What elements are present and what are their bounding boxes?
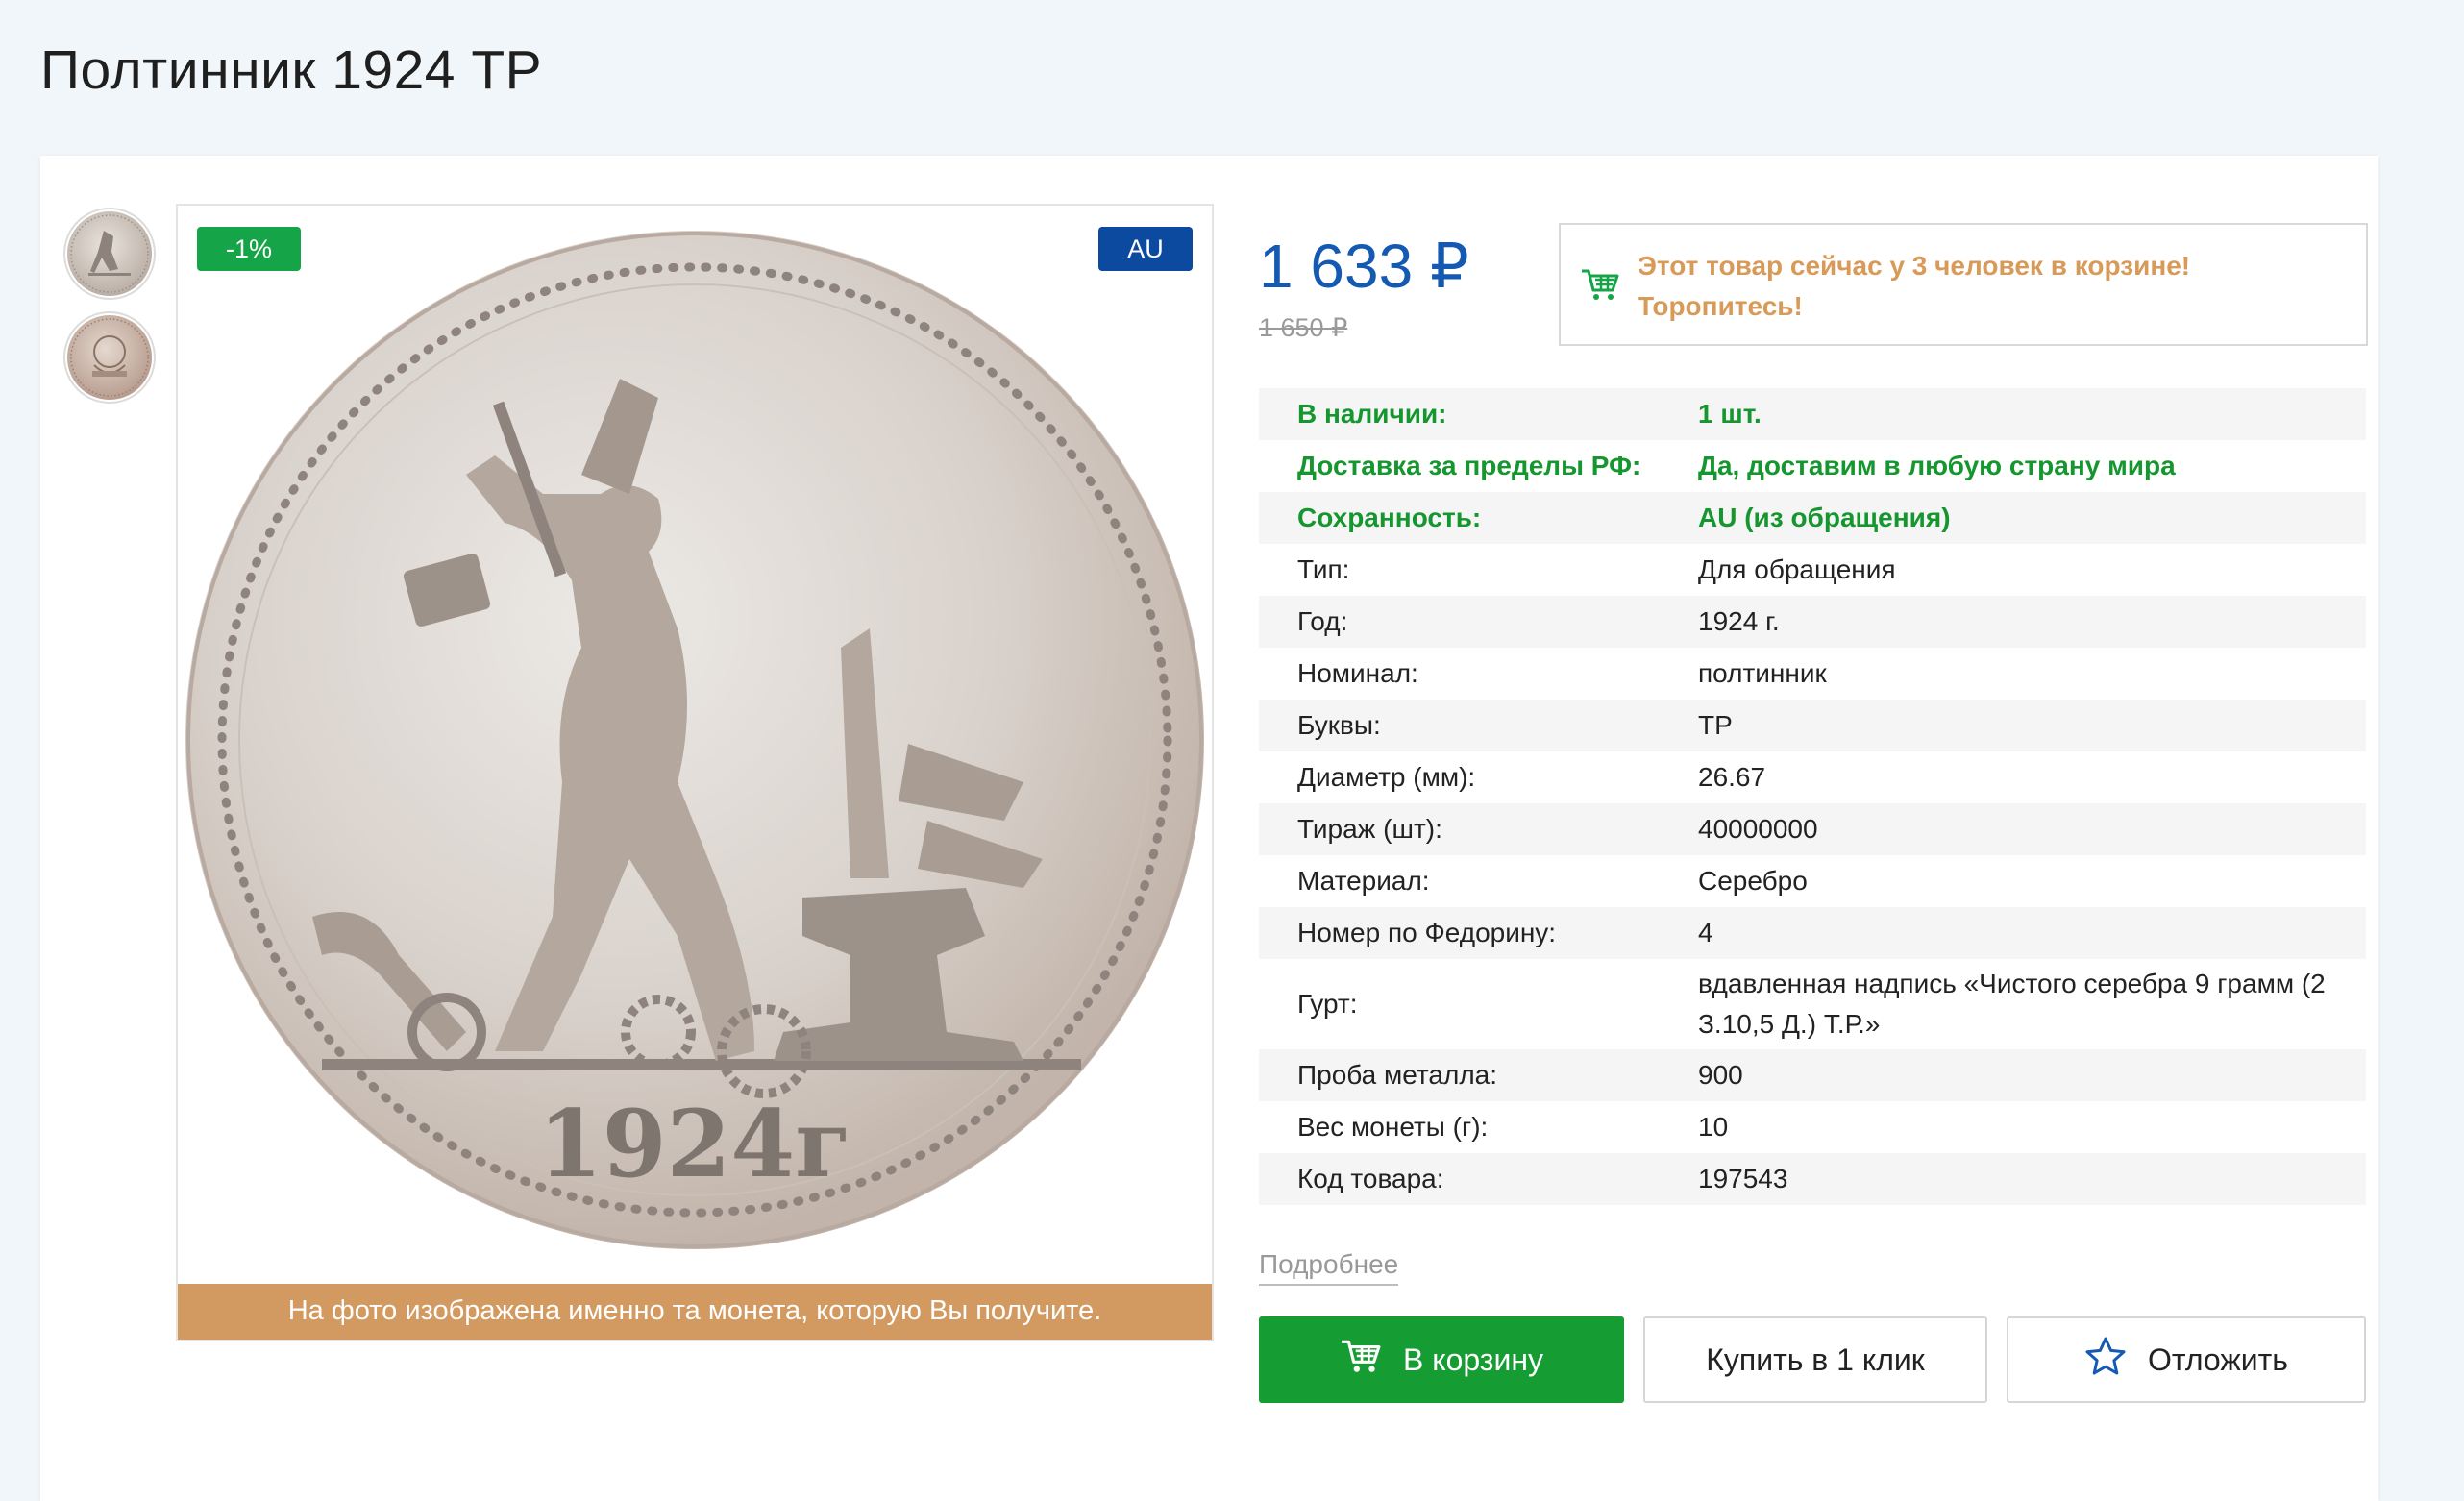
- cart-notice-text: Этот товар сейчас у 3 человек в корзине!…: [1638, 251, 2191, 321]
- spec-value: Да, доставим в любую страну мира: [1698, 451, 2176, 480]
- main-photo[interactable]: 1924г -1% AU На фото изображена именно т…: [176, 204, 1214, 1341]
- spec-value: 1 шт.: [1698, 388, 2366, 440]
- spec-row: Буквы: ТР: [1259, 700, 2366, 751]
- spec-row: Тип: Для обращения: [1259, 544, 2366, 596]
- spec-key: Код товара:: [1259, 1153, 1698, 1205]
- coin-obverse-image: [67, 211, 152, 296]
- specs-table: В наличии: 1 шт. Доставка за пределы РФ: Да…: [1259, 388, 2366, 1205]
- thumbnail-list: [63, 208, 156, 415]
- spec-key: Диаметр (мм):: [1297, 762, 1476, 792]
- cart-icon: [1340, 1338, 1382, 1382]
- spec-value: 40000000: [1698, 803, 2366, 855]
- spec-value: 197543: [1698, 1153, 2366, 1205]
- spec-row: В наличии: 1 шт.: [1259, 388, 2366, 440]
- add-to-cart-button[interactable]: В корзину: [1259, 1316, 1624, 1403]
- spec-key: Тираж (шт):: [1259, 803, 1698, 855]
- spec-row: Тираж (шт): 40000000: [1259, 803, 2366, 855]
- spec-value: 26.67: [1698, 762, 1766, 792]
- spec-row: Гурт: вдавленная надпись «Чистого серебра…: [1259, 959, 2366, 1049]
- save-for-later-button[interactable]: Отложить: [2007, 1316, 2366, 1403]
- buy-one-click-button[interactable]: Купить в 1 клик: [1643, 1316, 1987, 1403]
- spec-row: Год: 1924 г.: [1259, 596, 2366, 648]
- spec-value: ТР: [1698, 700, 2366, 751]
- cart-notice: Этот товар сейчас у 3 человек в корзине!…: [1559, 223, 2368, 346]
- grade-badge: AU: [1098, 227, 1193, 271]
- spec-key: Номинал:: [1297, 658, 1418, 688]
- page-title: Полтинник 1924 ТР: [40, 39, 543, 101]
- add-to-cart-label: В корзину: [1402, 1341, 1544, 1377]
- spec-row: Проба металла: 900: [1259, 1049, 2366, 1101]
- spec-row: Доставка за пределы РФ: Да, доставим в лю…: [1259, 440, 2366, 492]
- spec-row: Диаметр (мм): 26.67: [1259, 751, 2366, 803]
- save-for-later-label: Отложить: [2148, 1341, 2288, 1377]
- spec-key: Гурт:: [1297, 989, 1358, 1019]
- discount-badge: -1%: [197, 227, 301, 271]
- thumbnail-obverse[interactable]: [63, 208, 156, 300]
- coin-photo: 1924г: [185, 231, 1204, 1249]
- spec-key: Буквы:: [1259, 700, 1698, 751]
- spec-key: Доставка за пределы РФ:: [1297, 451, 1641, 480]
- spec-value: 1924 г.: [1698, 596, 2366, 648]
- spec-value: вдавленная надпись «Чистого серебра 9 гр…: [1698, 969, 2326, 1039]
- star-icon: [2084, 1336, 2127, 1384]
- more-details-link[interactable]: Подробнее: [1259, 1249, 1399, 1286]
- spec-key: Материал:: [1297, 866, 1430, 896]
- spec-value: 900: [1698, 1049, 2366, 1101]
- old-price: 1 650 ₽: [1259, 313, 1348, 342]
- spec-row: Номинал: полтинник: [1259, 648, 2366, 700]
- spec-key: Проба металла:: [1259, 1049, 1698, 1101]
- buy-one-click-label: Купить в 1 клик: [1706, 1341, 1925, 1377]
- spec-key: Вес монеты (г):: [1297, 1112, 1489, 1142]
- spec-row: Код товара: 197543: [1259, 1153, 2366, 1205]
- spec-row: Сохранность: AU (из обращения): [1259, 492, 2366, 544]
- spec-row: Материал: Серебро: [1259, 855, 2366, 907]
- coin-year-emboss: 1924г: [538, 1090, 851, 1198]
- spec-key: В наличии:: [1259, 388, 1698, 440]
- current-price: 1 633 ₽: [1259, 232, 1469, 301]
- spec-key: Год:: [1259, 596, 1698, 648]
- thumbnail-reverse[interactable]: [63, 311, 156, 404]
- spec-value: полтинник: [1698, 658, 1827, 688]
- photo-note: На фото изображена именно та монета, кот…: [178, 1284, 1212, 1340]
- spec-value: Для обращения: [1698, 554, 1896, 584]
- spec-key: Сохранность:: [1259, 492, 1698, 544]
- spec-value: 10: [1698, 1112, 1729, 1142]
- spec-key: Номер по Федорину:: [1259, 907, 1698, 959]
- spec-key: Тип:: [1297, 554, 1350, 584]
- spec-row: Вес монеты (г): 10: [1259, 1101, 2366, 1153]
- spec-row: Номер по Федорину: 4: [1259, 907, 2366, 959]
- coin-reverse-image: [67, 315, 152, 400]
- cart-icon: [1580, 267, 1620, 307]
- spec-value: Серебро: [1698, 866, 1808, 896]
- spec-value: AU (из обращения): [1698, 492, 2366, 544]
- spec-value: 4: [1698, 907, 2366, 959]
